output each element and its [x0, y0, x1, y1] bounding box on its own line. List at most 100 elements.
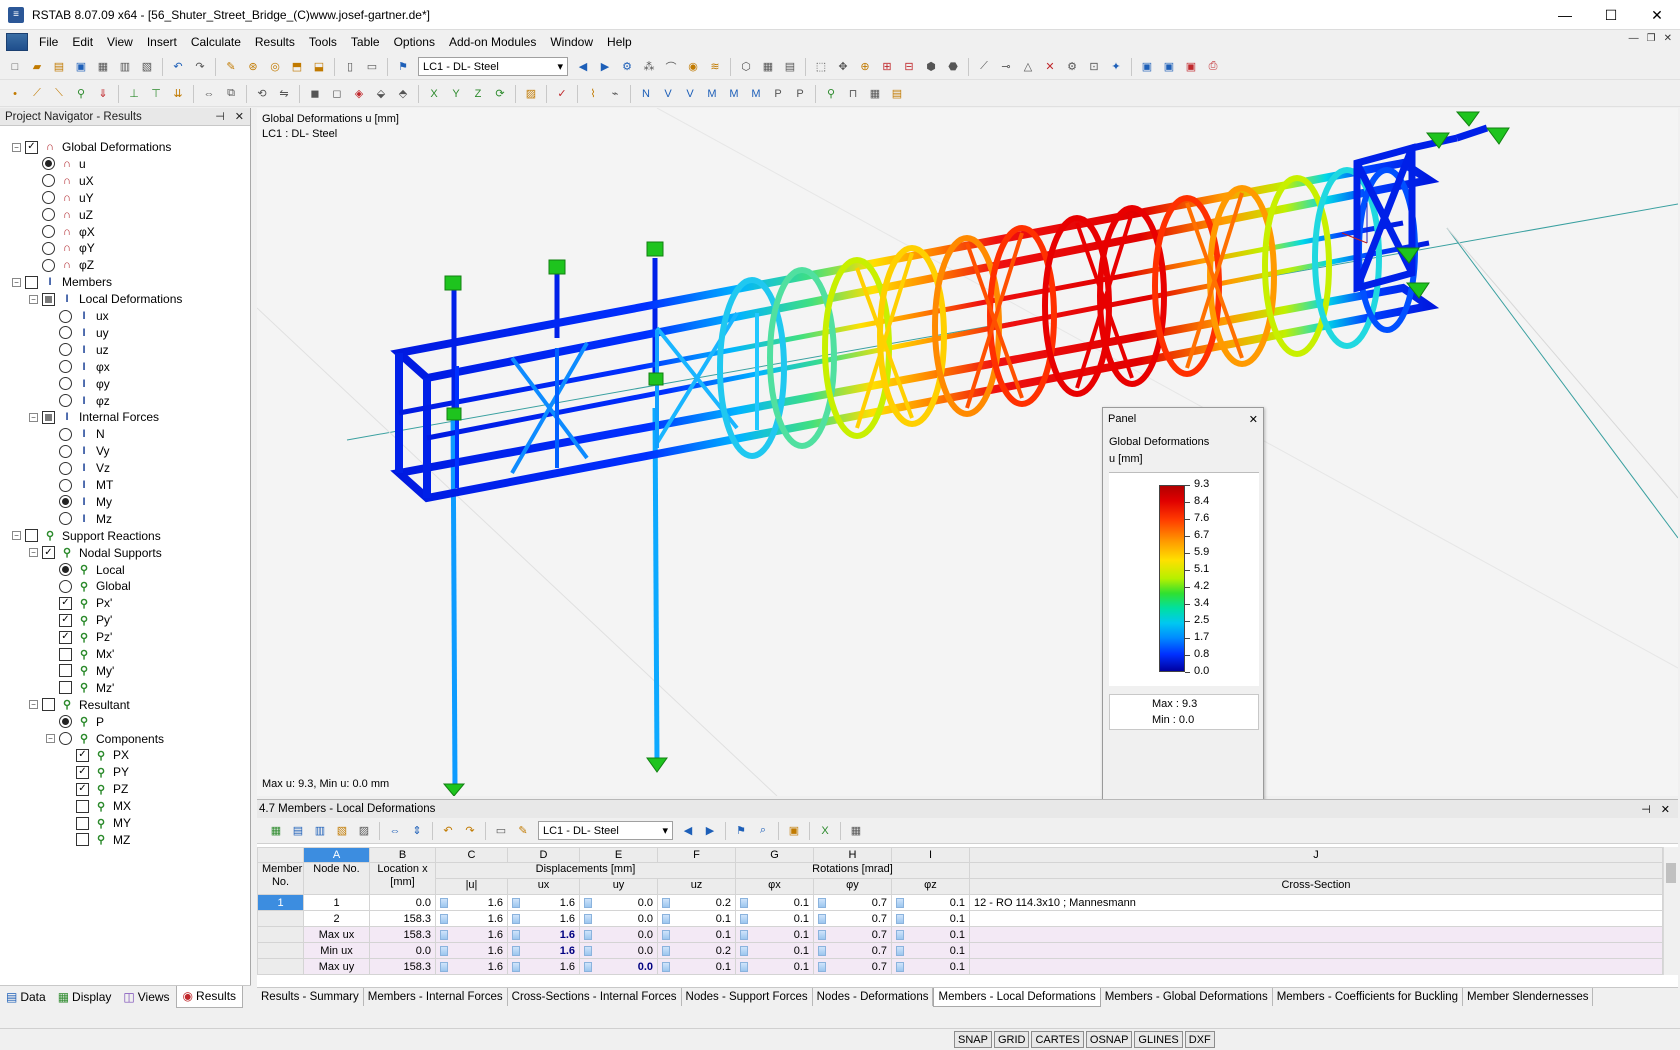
tree-item--z[interactable]: ∩ φZ	[29, 256, 94, 274]
axis-z-icon[interactable]: Z	[468, 84, 488, 104]
pan-icon[interactable]: ✥	[833, 57, 853, 77]
menu-window[interactable]: Window	[543, 31, 600, 53]
tree-expand-icon[interactable]: −	[29, 412, 38, 422]
nodal-support-icon[interactable]: ⊥	[124, 84, 144, 104]
checkbox[interactable]	[42, 410, 55, 424]
table-tab-member-slendernesses[interactable]: Member Slendernesses	[1463, 988, 1594, 1006]
location-cell[interactable]: 158.3	[369, 926, 436, 943]
navigator-tab-display[interactable]: ▦ Display	[52, 986, 118, 1008]
tree-item-resultant[interactable]: − ⚲ Resultant	[29, 696, 130, 714]
location-cell[interactable]: 158.3	[369, 910, 436, 927]
checkbox[interactable]: ✓	[76, 748, 89, 762]
table-row[interactable]: 1 1 0.0 1.6 1.6 0.0 0.2 0.1 0.7 0.1 12 - RO 114.3x…	[257, 894, 1663, 911]
col-header-f[interactable]: F	[657, 847, 736, 863]
checkbox[interactable]: ✓	[59, 613, 72, 627]
tree-item-mt[interactable]: I MT	[46, 476, 113, 494]
table-tab-members-local-deformations[interactable]: Members - Local Deformations	[933, 988, 1101, 1007]
values-icon[interactable]: ⁂	[639, 57, 659, 77]
render-wire-icon[interactable]: ◻	[327, 84, 347, 104]
redo-icon[interactable]: ↷	[190, 57, 210, 77]
new-file-icon[interactable]: □	[5, 57, 25, 77]
py-cell[interactable]: 0.7	[813, 894, 892, 911]
mdi-close-icon[interactable]: ✕	[1664, 33, 1672, 44]
color-legend[interactable]: 9.3 8.4 7.6 6.7 5.9 5.1 4.2 3.4 2.5 1.7 0.8 0.0	[1109, 472, 1259, 686]
checkbox[interactable]	[76, 799, 89, 813]
measure-icon[interactable]: ⊡	[1084, 57, 1104, 77]
edit-icon[interactable]: ✎	[221, 57, 241, 77]
ux-cell[interactable]: 1.6	[507, 910, 580, 927]
table-pin-icon[interactable]: ⊣	[1641, 803, 1651, 816]
copy-icon[interactable]: ⧉	[221, 84, 241, 104]
table-edit-icon[interactable]: ✎	[513, 821, 533, 841]
export-dxf-icon[interactable]: ▣	[1159, 57, 1179, 77]
select-icon[interactable]: ⬚	[811, 57, 831, 77]
radio-button[interactable]	[42, 157, 55, 171]
pz-cell[interactable]: 0.1	[891, 926, 970, 943]
panel-close-icon[interactable]: ✕	[1249, 413, 1258, 426]
table-tab-members-global-deformations[interactable]: Members - Global Deformations	[1100, 988, 1273, 1006]
cross-section-cell[interactable]: 12 - RO 114.3x10 ; Mannesmann	[969, 894, 1663, 911]
zoom-icon[interactable]: ⊕	[855, 57, 875, 77]
axis-y-icon[interactable]: Y	[446, 84, 466, 104]
node-cell[interactable]: Max uy	[303, 958, 370, 975]
table-grid-icon[interactable]: ▦	[865, 84, 885, 104]
export-pdf-icon[interactable]: ▣	[1137, 57, 1157, 77]
uy-cell[interactable]: 0.0	[579, 894, 658, 911]
ux-cell[interactable]: 1.6	[507, 926, 580, 943]
status-glines-button[interactable]: GLINES	[1134, 1031, 1183, 1048]
table-tab-nodes-support-forces[interactable]: Nodes - Support Forces	[681, 988, 813, 1006]
table-sort-icon[interactable]: ▥	[310, 821, 330, 841]
table-prev-icon[interactable]: ◀	[678, 821, 698, 841]
menu-insert[interactable]: Insert	[140, 31, 184, 53]
tree-expand-icon[interactable]: −	[12, 277, 21, 287]
tree-item-global-deformations[interactable]: − ✓ ∩ Global Deformations	[12, 138, 171, 156]
checkbox[interactable]: ✓	[76, 782, 89, 796]
radio-button[interactable]	[59, 732, 72, 745]
node-cell[interactable]: 1	[303, 894, 370, 911]
next-icon[interactable]: ▶	[595, 57, 615, 77]
support-reaction-icon[interactable]: ⚲	[821, 84, 841, 104]
tree-item-u[interactable]: ∩ u	[29, 155, 86, 173]
member-cell[interactable]	[257, 958, 304, 975]
open-project-icon[interactable]: ▤	[49, 57, 69, 77]
new-support-icon[interactable]: ⚲	[71, 84, 91, 104]
table-tab-members-coefficients-for-buckling[interactable]: Members - Coefficients for Buckling	[1272, 988, 1464, 1006]
member-cell[interactable]: 1	[257, 894, 304, 911]
cross-section-cell[interactable]	[969, 910, 1663, 927]
tree-item-mx[interactable]: ⚲ MX	[63, 797, 131, 815]
new-load-icon[interactable]: ⇓	[93, 84, 113, 104]
col-header-h[interactable]: H	[813, 847, 892, 863]
excel-export-icon[interactable]: X	[815, 821, 835, 841]
py-cell[interactable]: 0.7	[813, 958, 892, 975]
tree-item-ux[interactable]: Iux	[46, 307, 109, 325]
radio-button[interactable]	[59, 427, 72, 441]
location-cell[interactable]: 0.0	[369, 894, 436, 911]
view-icon[interactable]: ◉	[683, 57, 703, 77]
zoom-window-icon[interactable]: ⊞	[877, 57, 897, 77]
cube-view-icon[interactable]: ⬙	[371, 84, 391, 104]
col-header-j[interactable]: J	[969, 847, 1663, 863]
radio-button[interactable]	[59, 563, 72, 576]
member-hinge-icon[interactable]: ⊤	[146, 84, 166, 104]
mirror-icon[interactable]: ⇋	[274, 84, 294, 104]
radio-button[interactable]	[59, 326, 72, 340]
cross-section-cell[interactable]	[969, 958, 1663, 975]
print-graphic-icon[interactable]: ▥	[115, 57, 135, 77]
tree-expand-icon[interactable]: −	[29, 700, 38, 710]
uz-cell[interactable]: 0.1	[657, 926, 736, 943]
menu-help[interactable]: Help	[600, 31, 639, 53]
tree-item-p[interactable]: ⚲ P	[46, 713, 104, 731]
print-icon[interactable]: ▦	[93, 57, 113, 77]
menu-results[interactable]: Results	[248, 31, 302, 53]
show-results-icon[interactable]: ⚙	[617, 57, 637, 77]
table-close-icon[interactable]: ✕	[1661, 803, 1670, 816]
corner-cell[interactable]	[257, 847, 304, 863]
radio-button[interactable]	[59, 715, 72, 729]
col-header-e[interactable]: E	[579, 847, 658, 863]
menu-calculate[interactable]: Calculate	[184, 31, 248, 53]
checkbox[interactable]	[25, 529, 38, 543]
tree-item--y[interactable]: Iφy	[46, 375, 110, 393]
maximize-button[interactable]: ☐	[1588, 0, 1634, 30]
result-py-icon[interactable]: P	[768, 84, 788, 104]
uz-cell[interactable]: 0.2	[657, 942, 736, 959]
